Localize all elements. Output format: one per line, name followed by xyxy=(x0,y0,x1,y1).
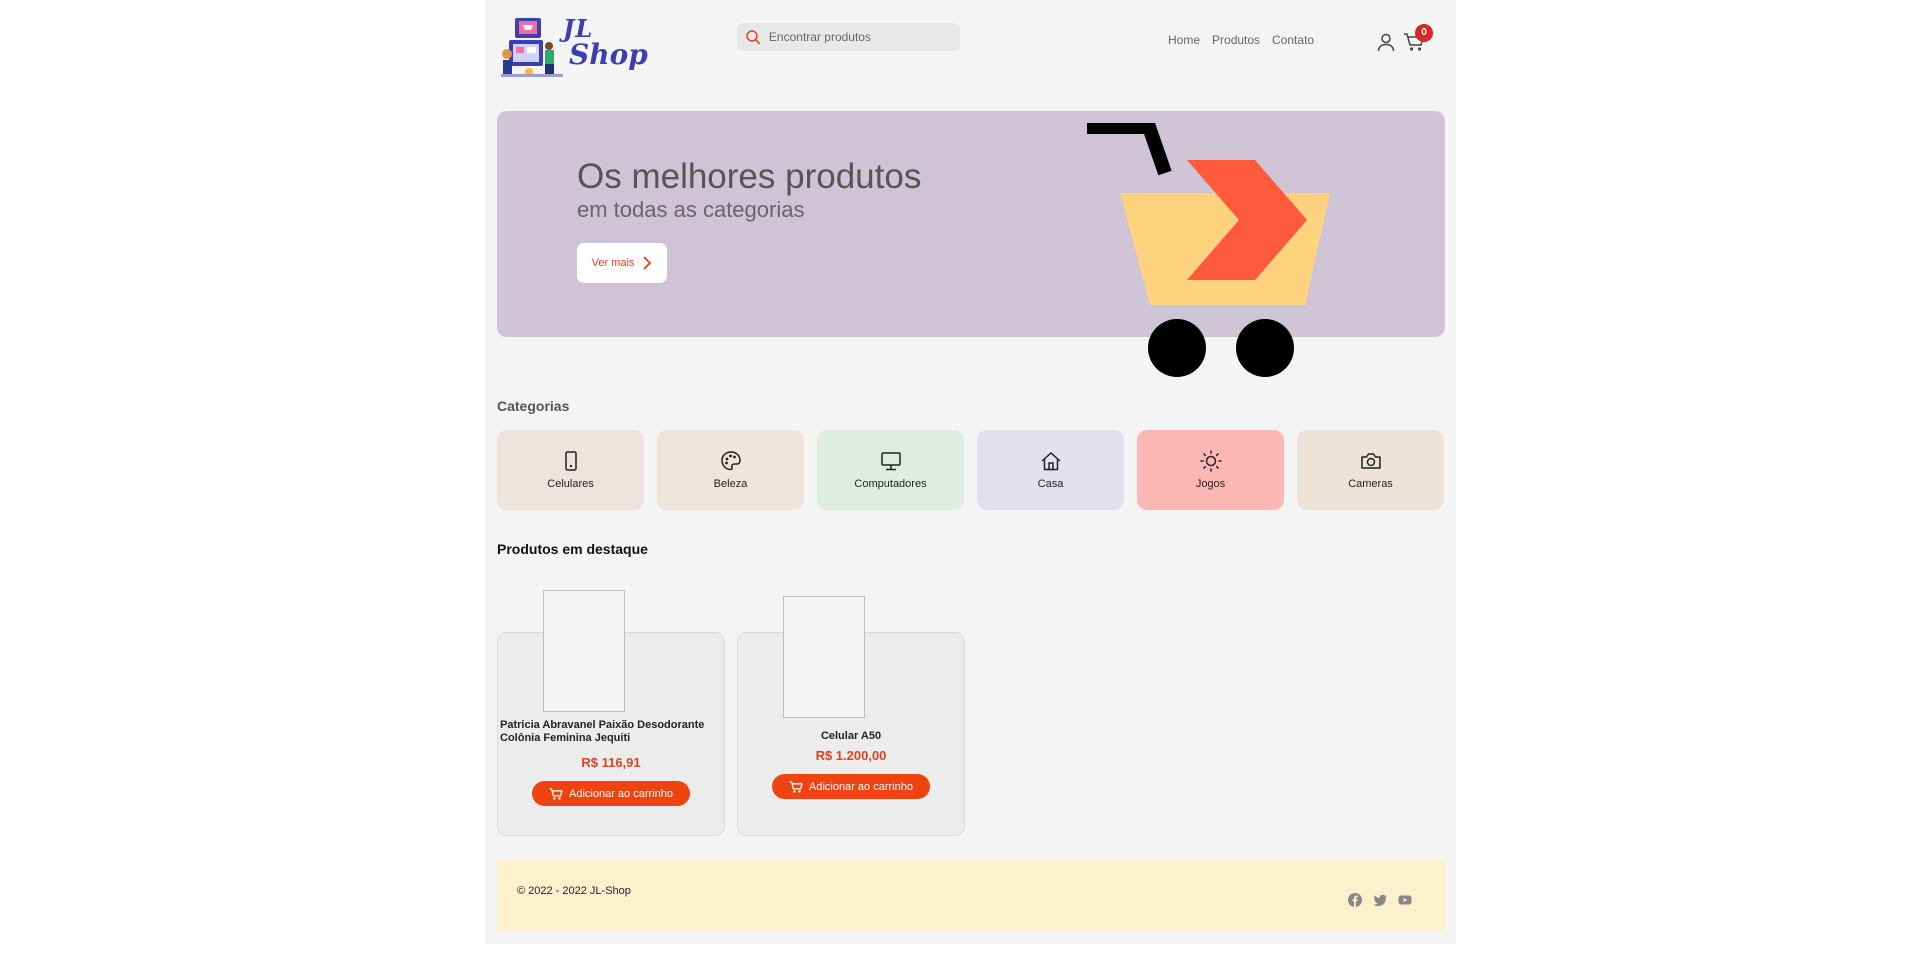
add-to-cart-button[interactable]: Adicionar ao carrinho xyxy=(772,774,930,799)
nav-contato[interactable]: Contato xyxy=(1272,33,1314,47)
product-image[interactable] xyxy=(543,590,625,712)
hero-title: Os melhores produtos xyxy=(577,157,922,196)
hero-subtitle: em todas as categorias xyxy=(577,197,805,222)
monitor-icon xyxy=(880,452,901,471)
main-nav: Home Produtos Contato xyxy=(1168,33,1314,47)
add-to-cart-label: Adicionar ao carrinho xyxy=(809,780,913,793)
logo-text: JL Shop xyxy=(563,16,648,71)
category-cameras[interactable]: Cameras xyxy=(1297,430,1444,510)
category-jogos[interactable]: Jogos xyxy=(1137,430,1284,510)
category-casa[interactable]: Casa xyxy=(977,430,1124,510)
cart-icon xyxy=(789,780,803,793)
category-label: Casa xyxy=(1037,478,1064,490)
product-image[interactable] xyxy=(783,596,865,718)
search-input[interactable] xyxy=(766,29,960,45)
add-to-cart-label: Adicionar ao carrinho xyxy=(569,787,673,800)
product-card[interactable]: Patricia Abravanel Paixão Desodorante Co… xyxy=(497,590,725,836)
footer: © 2022 - 2022 JL-Shop xyxy=(497,860,1445,930)
phone-icon xyxy=(564,451,577,471)
product-name[interactable]: Patricia Abravanel Paixão Desodorante Co… xyxy=(500,719,722,745)
copyright-text: © 2022 - 2022 JL-Shop xyxy=(517,885,631,897)
page: JL Shop Home Produtos Contato 0 Os melho… xyxy=(485,0,1456,944)
camera-icon xyxy=(1360,453,1381,469)
facebook-icon[interactable] xyxy=(1348,893,1362,907)
category-celulares[interactable]: Celulares xyxy=(497,430,644,510)
product-price: R$ 1.200,00 xyxy=(815,748,887,763)
nav-home[interactable]: Home xyxy=(1168,33,1200,47)
social-links xyxy=(1348,893,1412,907)
category-label: Celulares xyxy=(547,478,594,490)
ver-mais-label: Ver mais xyxy=(591,257,635,269)
hero-banner: Os melhores produtos em todas as categor… xyxy=(497,111,1445,377)
category-label: Beleza xyxy=(713,478,748,490)
cart-icon xyxy=(549,787,563,800)
logo[interactable]: JL Shop xyxy=(501,16,648,80)
add-to-cart-button[interactable]: Adicionar ao carrinho xyxy=(532,781,690,806)
search-bar xyxy=(737,23,960,51)
palette-icon xyxy=(720,451,741,471)
categories-list: Celulares Beleza Computadores Casa Jogos… xyxy=(497,430,1444,510)
category-label: Computadores xyxy=(854,478,927,490)
twitter-icon[interactable] xyxy=(1373,893,1387,907)
youtube-icon[interactable] xyxy=(1398,893,1412,907)
category-computadores[interactable]: Computadores xyxy=(817,430,964,510)
nav-produtos[interactable]: Produtos xyxy=(1212,33,1260,47)
chevron-right-icon xyxy=(643,256,652,270)
search-icon[interactable] xyxy=(745,29,761,45)
category-beleza[interactable]: Beleza xyxy=(657,430,804,510)
categories-title: Categorias xyxy=(497,398,570,414)
product-price: R$ 116,91 xyxy=(581,755,641,770)
user-icon[interactable] xyxy=(1376,32,1396,52)
product-card[interactable]: Celular A50 R$ 1.200,00 Adicionar ao car… xyxy=(737,596,965,836)
product-name[interactable]: Celular A50 xyxy=(738,730,964,743)
sun-icon xyxy=(1199,450,1222,472)
category-label: Jogos xyxy=(1195,478,1226,490)
logo-illustration-icon xyxy=(501,18,563,77)
category-label: Cameras xyxy=(1348,478,1393,490)
ver-mais-button[interactable]: Ver mais xyxy=(577,243,667,283)
logo-text-shop: Shop xyxy=(569,38,648,71)
cart-count-badge: 0 xyxy=(1415,24,1433,42)
house-icon xyxy=(1041,451,1060,471)
shopping-cart-illustration-icon xyxy=(1087,123,1330,377)
featured-title: Produtos em destaque xyxy=(497,541,648,557)
